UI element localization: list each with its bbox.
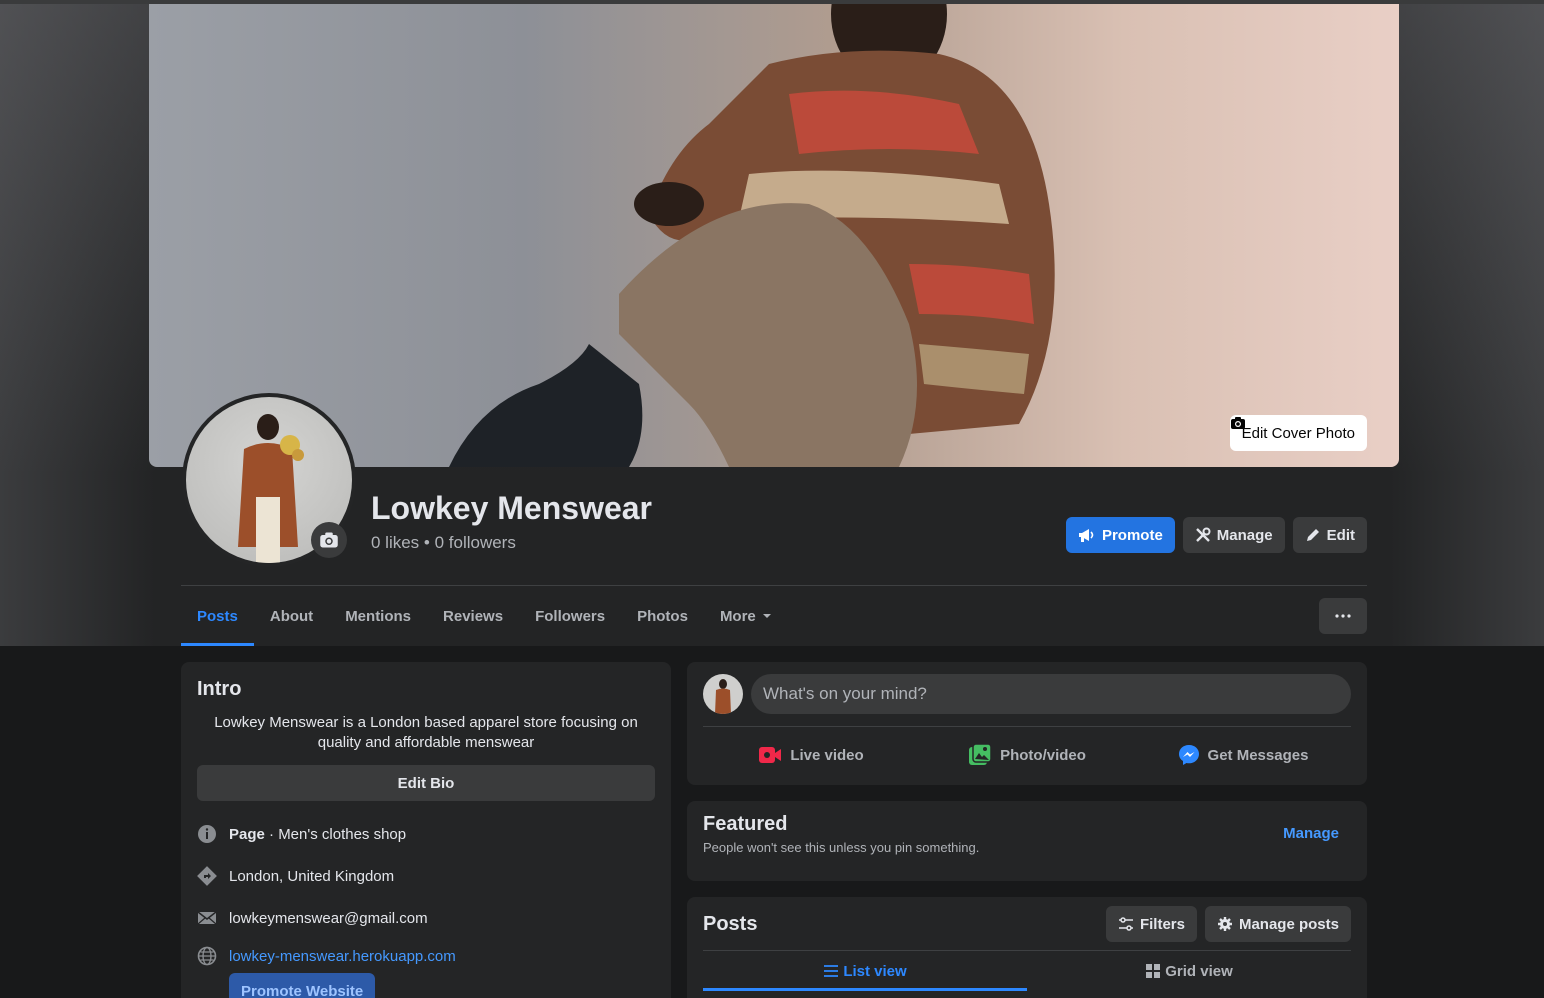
featured-card: Featured People won't see this unless yo…	[687, 801, 1367, 881]
tab-label: About	[269, 607, 314, 625]
page-tabs: Posts About Mentions Reviews Followers P…	[181, 586, 788, 646]
intro-bio: Lowkey Menswear is a London based appare…	[214, 714, 638, 751]
promote-website-label: Promote Website	[241, 982, 364, 998]
tab-label: Followers	[535, 607, 606, 625]
info-category-row: Page · Men's clothes shop	[197, 813, 655, 855]
edit-bio-button[interactable]: Edit Bio	[197, 765, 655, 801]
globe-icon	[197, 946, 217, 966]
website-link[interactable]: lowkey-menswear.herokuapp.com	[229, 948, 456, 965]
manage-posts-button[interactable]: Manage posts	[1204, 906, 1351, 942]
tab-about[interactable]: About	[254, 586, 329, 646]
intro-title: Intro	[197, 678, 242, 700]
tab-followers[interactable]: Followers	[519, 586, 621, 646]
ellipsis-icon	[1335, 614, 1351, 618]
tab-more[interactable]: More	[704, 586, 788, 646]
info-category: Page · Men's clothes shop	[229, 826, 406, 843]
messenger-icon	[1178, 745, 1199, 765]
edit-bio-label: Edit Bio	[397, 774, 455, 792]
live-video-label: Live video	[790, 746, 864, 764]
grid-view-tab[interactable]: Grid view	[1027, 951, 1351, 991]
envelope-icon	[197, 908, 217, 928]
page-title: Lowkey Menswear	[371, 490, 652, 526]
posts-title: Posts	[703, 912, 758, 935]
camera-icon	[1230, 417, 1245, 429]
megaphone-icon	[1078, 529, 1094, 542]
category-value: · Men's clothes shop	[264, 825, 407, 843]
list-view-label: List view	[843, 962, 907, 980]
info-email: lowkeymenswear@gmail.com	[229, 909, 428, 927]
gear-icon	[1217, 917, 1232, 931]
tab-photos[interactable]: Photos	[621, 586, 704, 646]
list-view-tab[interactable]: List view	[703, 951, 1027, 991]
manage-label: Manage	[1216, 526, 1273, 544]
filters-label: Filters	[1139, 915, 1185, 933]
sliders-icon	[1118, 917, 1133, 931]
featured-subtitle: People won't see this unless you pin som…	[703, 840, 980, 855]
edit-button[interactable]: Edit	[1292, 517, 1367, 553]
cover-illustration	[449, 4, 1055, 467]
edit-cover-photo-label: Edit Cover Photo	[1241, 424, 1355, 442]
tools-icon	[1195, 527, 1211, 542]
info-website-row: lowkey-menswear.herokuapp.com	[197, 939, 655, 973]
filters-button[interactable]: Filters	[1105, 906, 1197, 942]
cover-photo[interactable]: Edit Cover Photo	[149, 4, 1399, 467]
manage-posts-label: Manage posts	[1238, 915, 1339, 933]
caret-down-icon	[762, 614, 771, 618]
post-composer: What's on your mind? Live video Photo/vi…	[687, 662, 1367, 785]
photo-video-label: Photo/video	[1000, 746, 1086, 764]
edit-label: Edit	[1326, 526, 1355, 544]
camera-icon	[320, 532, 338, 548]
tab-label: More	[719, 607, 756, 625]
composer-avatar[interactable]	[703, 674, 743, 714]
list-icon	[824, 965, 839, 977]
page-action-buttons: Promote Manage Edit	[1065, 517, 1367, 553]
photo-video-button[interactable]: Photo/video	[919, 735, 1135, 775]
intro-card: Intro Lowkey Menswear is a London based …	[181, 662, 671, 998]
composer-divider	[703, 726, 1351, 727]
directions-icon	[197, 866, 217, 886]
get-messages-label: Get Messages	[1207, 746, 1309, 764]
posts-card: Posts Filters Manage posts List view Gri…	[687, 897, 1367, 998]
category-type: Page	[229, 825, 265, 843]
info-location-row: London, United Kingdom	[197, 855, 655, 897]
info-location: London, United Kingdom	[229, 867, 395, 885]
more-options-button[interactable]	[1319, 598, 1367, 634]
promote-button[interactable]: Promote	[1065, 517, 1175, 553]
update-profile-picture-button[interactable]	[311, 522, 347, 558]
featured-manage-link[interactable]: Manage	[1283, 825, 1339, 842]
info-email-row: lowkeymenswear@gmail.com	[197, 897, 655, 939]
page-stats: 0 likes • 0 followers	[371, 533, 516, 552]
tab-reviews[interactable]: Reviews	[427, 586, 519, 646]
tab-mentions[interactable]: Mentions	[329, 586, 427, 646]
grid-view-label: Grid view	[1165, 962, 1233, 980]
featured-title: Featured	[703, 813, 788, 835]
tab-label: Mentions	[345, 607, 412, 625]
whats-on-your-mind-input[interactable]: What's on your mind?	[751, 674, 1351, 714]
manage-button[interactable]: Manage	[1182, 517, 1285, 553]
tab-label: Reviews	[443, 607, 504, 625]
promote-label: Promote	[1101, 526, 1163, 544]
photo-icon	[969, 743, 992, 765]
promote-website-button[interactable]: Promote Website	[229, 973, 376, 998]
live-video-icon	[759, 747, 782, 763]
tab-label: Posts	[197, 607, 238, 625]
grid-icon	[1146, 964, 1161, 978]
get-messages-button[interactable]: Get Messages	[1135, 735, 1351, 775]
info-icon	[197, 824, 217, 844]
tab-posts[interactable]: Posts	[181, 586, 254, 646]
tab-label: Photos	[637, 607, 688, 625]
live-video-button[interactable]: Live video	[703, 735, 919, 775]
edit-cover-photo-button[interactable]: Edit Cover Photo	[1229, 415, 1367, 451]
pencil-icon	[1306, 529, 1319, 541]
